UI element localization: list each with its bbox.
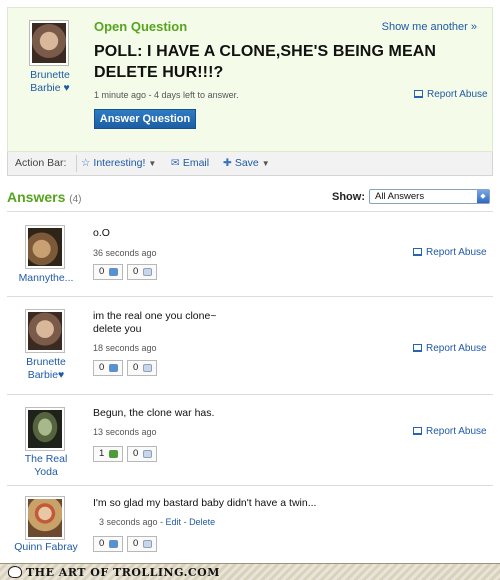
thumbs-down-button[interactable]: 0 bbox=[127, 536, 157, 552]
divider bbox=[7, 211, 493, 212]
thumbs-down-icon bbox=[143, 364, 152, 372]
thumbs-up-icon bbox=[109, 364, 118, 372]
chevron-down-icon: ▼ bbox=[148, 159, 157, 168]
answer-text: o.O bbox=[93, 227, 110, 239]
plus-icon: ✚ bbox=[223, 157, 232, 169]
flag-icon bbox=[413, 344, 422, 352]
thumbs-down-button[interactable]: 0 bbox=[127, 360, 157, 376]
report-abuse-link[interactable]: Report Abuse bbox=[413, 247, 487, 258]
question-title: POLL: I HAVE A CLONE,SHE'S BEING MEAN DE… bbox=[94, 43, 437, 81]
answer-item: Quinn Fabray I'm so glad my bastard baby… bbox=[7, 490, 493, 562]
answer-time: 3 seconds ago - Edit - Delete bbox=[99, 517, 216, 527]
action-bar-divider bbox=[76, 155, 77, 172]
answer-username[interactable]: Brunette Barbie♥ bbox=[12, 356, 80, 382]
answer-username[interactable]: Mannythe... bbox=[12, 272, 80, 285]
report-abuse-link[interactable]: Report Abuse bbox=[413, 343, 487, 354]
action-bar-label: Action Bar: bbox=[15, 157, 67, 169]
answer-item: Mannythe... o.O 36 seconds ago Report Ab… bbox=[7, 220, 493, 292]
thumbs-down-icon bbox=[143, 268, 152, 276]
answer-username[interactable]: The Real Yoda bbox=[12, 453, 80, 479]
answer-text: im the real one you clone~ delete you bbox=[93, 310, 217, 335]
action-bar: Action Bar: ☆ Interesting! ▼ ✉ Email ✚ Save ▼ bbox=[7, 152, 493, 176]
question-meta: 1 minute ago - 4 days left to answer. bbox=[94, 90, 239, 100]
thumbs-up-button[interactable]: 0 bbox=[93, 264, 123, 280]
email-button[interactable]: ✉ Email bbox=[171, 157, 209, 169]
thumbs-up-button[interactable]: 0 bbox=[93, 360, 123, 376]
show-filter-select[interactable]: All Answers ◆ bbox=[369, 189, 490, 204]
question-status: Open Question bbox=[94, 19, 188, 34]
answer-item: Brunette Barbie♥ im the real one you clo… bbox=[7, 303, 493, 387]
answer-item: The Real Yoda Begun, the clone war has. … bbox=[7, 400, 493, 480]
show-another-link[interactable]: Show me another » bbox=[382, 21, 477, 33]
envelope-icon: ✉ bbox=[171, 157, 180, 169]
footer-brand: THE ART OF TROLLING.COM bbox=[8, 566, 220, 579]
answer-question-button[interactable]: Answer Question bbox=[94, 109, 196, 129]
report-abuse-link[interactable]: Report Abuse bbox=[414, 89, 488, 100]
interesting-button[interactable]: ☆ Interesting! ▼ bbox=[81, 157, 156, 169]
thumbs-up-button[interactable]: 1 bbox=[93, 446, 123, 462]
delete-link[interactable]: Delete bbox=[189, 517, 215, 527]
thumbs-down-icon bbox=[143, 540, 152, 548]
troll-face-icon bbox=[8, 566, 22, 578]
answer-time: 18 seconds ago bbox=[93, 343, 157, 353]
answers-heading: Answers (4) bbox=[7, 189, 82, 205]
report-abuse-link[interactable]: Report Abuse bbox=[413, 426, 487, 437]
answers-count: (4) bbox=[69, 194, 82, 205]
flag-icon bbox=[413, 427, 422, 435]
thumbs-up-button[interactable]: 0 bbox=[93, 536, 123, 552]
thumbs-up-icon bbox=[109, 268, 118, 276]
question-box: Brunette Barbie ♥ Open Question Show me … bbox=[7, 7, 493, 152]
answer-avatar[interactable] bbox=[25, 225, 65, 269]
save-button[interactable]: ✚ Save ▼ bbox=[223, 157, 270, 169]
star-icon: ☆ bbox=[81, 157, 91, 169]
answer-avatar[interactable] bbox=[25, 496, 65, 540]
thumbs-down-button[interactable]: 0 bbox=[127, 264, 157, 280]
asker-name[interactable]: Brunette Barbie ♥ bbox=[18, 69, 82, 95]
flag-icon bbox=[414, 90, 423, 98]
thumbs-up-icon bbox=[109, 540, 118, 548]
flag-icon bbox=[413, 248, 422, 256]
thumbs-up-icon bbox=[109, 450, 118, 458]
thumbs-down-button[interactable]: 0 bbox=[127, 446, 157, 462]
show-filter-label: Show: bbox=[332, 191, 365, 203]
edit-link[interactable]: Edit bbox=[166, 517, 182, 527]
chevron-down-icon: ▼ bbox=[261, 159, 270, 168]
answer-text: I'm so glad my bastard baby didn't have … bbox=[93, 497, 317, 509]
answer-username[interactable]: Quinn Fabray bbox=[12, 541, 80, 554]
divider bbox=[7, 485, 493, 486]
answer-text: Begun, the clone war has. bbox=[93, 407, 215, 419]
asker-avatar[interactable] bbox=[29, 20, 69, 66]
answer-avatar[interactable] bbox=[25, 309, 65, 353]
answer-time: 36 seconds ago bbox=[93, 248, 157, 258]
select-arrows-icon: ◆ bbox=[477, 190, 489, 203]
answer-time: 13 seconds ago bbox=[93, 427, 157, 437]
divider bbox=[7, 296, 493, 297]
thumbs-down-icon bbox=[143, 450, 152, 458]
divider bbox=[7, 394, 493, 395]
answer-avatar[interactable] bbox=[25, 407, 65, 451]
footer-watermark: THE ART OF TROLLING.COM bbox=[0, 563, 500, 580]
